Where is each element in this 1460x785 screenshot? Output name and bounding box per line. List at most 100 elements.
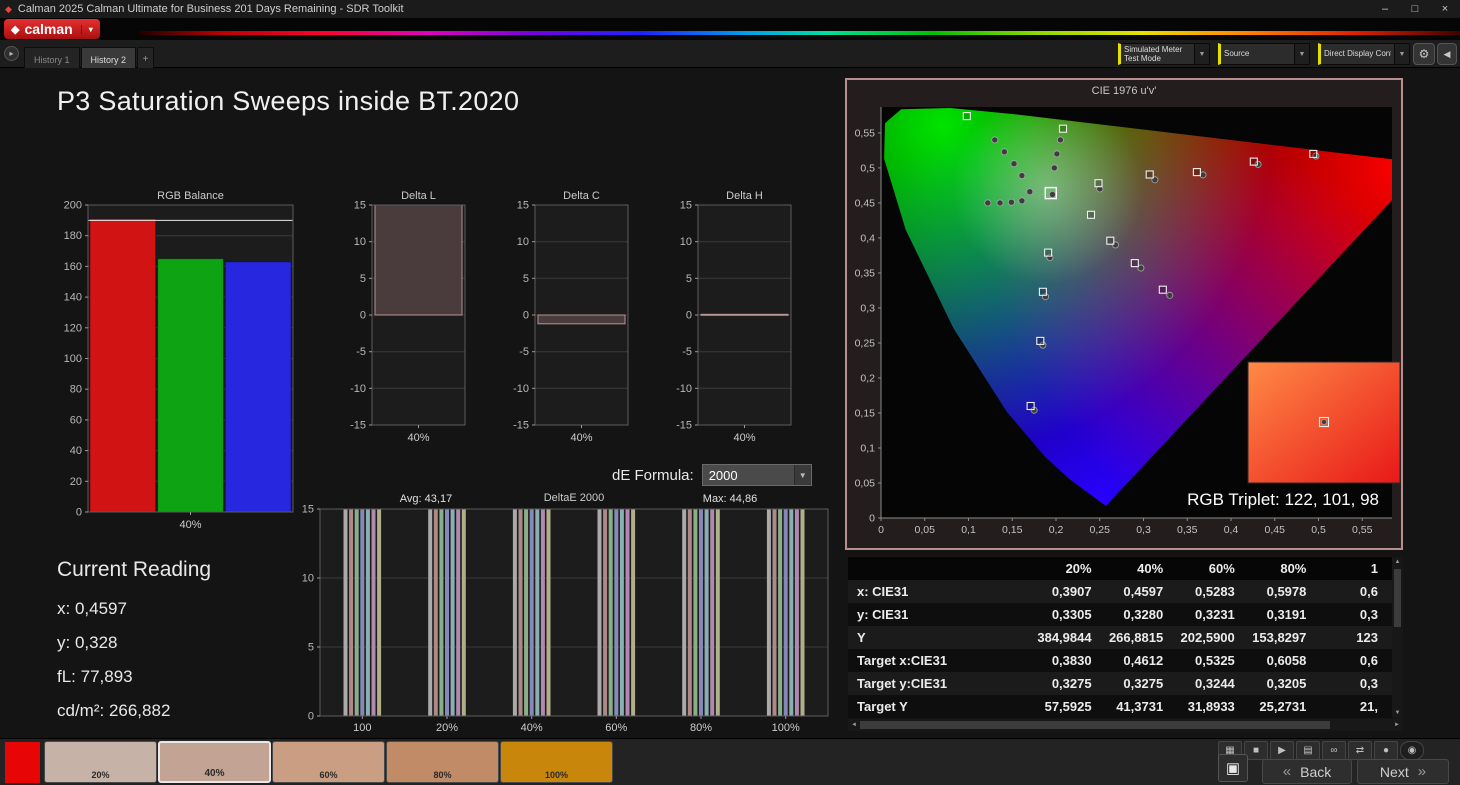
svg-text:-15: -15: [676, 420, 692, 432]
saturation-swatch-100[interactable]: 100%: [500, 741, 613, 783]
back-chevron-icon: «: [1283, 763, 1291, 780]
svg-text:0,2: 0,2: [1049, 524, 1064, 536]
chart-svg: DeltaE 2000Avg: 43,17Max: 44,86051015100…: [288, 490, 833, 736]
svg-text:0: 0: [869, 513, 875, 525]
svg-text:80: 80: [70, 384, 82, 396]
svg-text:200: 200: [64, 200, 82, 212]
svg-text:Max: 44,86: Max: 44,86: [703, 493, 757, 505]
de-formula-dropdown[interactable]: 2000 ▼: [702, 464, 812, 486]
rgb-triplet-label: RGB Triplet: 122, 101, 98: [1187, 490, 1379, 510]
simulated-meter-dropdown[interactable]: Simulated MeterTest Mode▼: [1118, 43, 1210, 65]
table-value-cell: 153,8297: [1249, 630, 1321, 645]
svg-text:10: 10: [354, 236, 366, 248]
add-tab-button[interactable]: +: [137, 47, 154, 68]
table-header-cell: 60%: [1177, 561, 1249, 576]
scroll-left-icon[interactable]: ◄: [848, 722, 860, 728]
title-bar: ◆ Calman 2025 Calman Ultimate for Busine…: [0, 0, 1460, 18]
minimize-button[interactable]: –: [1370, 0, 1400, 18]
close-button[interactable]: ×: [1430, 0, 1460, 18]
caret-down-icon[interactable]: ▼: [1294, 44, 1309, 64]
back-button[interactable]: « Back: [1262, 759, 1352, 784]
calman-logo[interactable]: ◆ calman ▾: [4, 19, 100, 39]
table-value-cell: 0,3244: [1177, 676, 1249, 691]
caret-down-icon[interactable]: ▼: [794, 465, 811, 485]
scroll-thumb[interactable]: [1394, 569, 1401, 627]
caret-down-icon[interactable]: ▼: [1194, 44, 1209, 64]
table-value-cell: 0,3907: [1034, 584, 1106, 599]
bottom-toolbar: ▦■▶▤∞⇄●◉: [1218, 741, 1424, 760]
table-value-cell: 21,: [1320, 699, 1392, 714]
table-value-cell: 266,8815: [1106, 630, 1178, 645]
record-icon[interactable]: ●: [1374, 741, 1398, 760]
delta-c-chart: Delta C-15-10-505101540%: [501, 188, 633, 455]
play-icon[interactable]: ▶: [1270, 741, 1294, 760]
table-horizontal-scrollbar[interactable]: ◄ ►: [848, 719, 1403, 731]
back-label: Back: [1300, 764, 1331, 780]
continuous-measure-icon[interactable]: ∞: [1322, 741, 1346, 760]
table-value-cell: 0,6: [1320, 584, 1392, 599]
table-value-cell: 0,5978: [1249, 584, 1321, 599]
caret-down-icon[interactable]: ▼: [1394, 44, 1409, 64]
table-vertical-scrollbar[interactable]: ▲ ▼: [1392, 557, 1403, 718]
svg-text:100%: 100%: [772, 722, 800, 734]
saturation-swatch-60[interactable]: 60%: [272, 741, 385, 783]
table-value-cell: 0,3191: [1249, 607, 1321, 622]
logo-menu-caret-icon[interactable]: ▾: [81, 25, 93, 34]
svg-text:0,45: 0,45: [855, 197, 876, 209]
cie-diagram: 00,050,10,150,20,250,30,350,40,450,50,55…: [847, 80, 1401, 553]
table-value-cell: 41,3731: [1106, 699, 1178, 714]
svg-text:-5: -5: [356, 346, 366, 358]
table-value-cell: 0,3: [1320, 676, 1392, 691]
save-icon[interactable]: ▤: [1296, 741, 1320, 760]
maximize-button[interactable]: □: [1400, 0, 1430, 18]
svg-text:0,1: 0,1: [961, 524, 976, 536]
next-button[interactable]: Next »: [1357, 759, 1449, 784]
sync-icon[interactable]: ⇄: [1348, 741, 1372, 760]
svg-text:120: 120: [64, 322, 82, 334]
table-value-cell: 0,5283: [1177, 584, 1249, 599]
collapse-panel-icon[interactable]: ◀: [1437, 43, 1457, 65]
table-value-cell: 0,6058: [1249, 653, 1321, 668]
chart-svg: Delta C-15-10-505101540%: [501, 188, 633, 450]
scroll-right-icon[interactable]: ►: [1391, 722, 1403, 728]
de-formula-value: 2000: [703, 468, 794, 483]
calman-logo-icon: ◆: [11, 23, 19, 36]
meter-status-icon[interactable]: ◉: [1400, 741, 1424, 760]
tab-history-1[interactable]: History 1: [24, 47, 80, 68]
svg-text:40: 40: [70, 445, 82, 457]
source-dropdown[interactable]: Source▼: [1218, 43, 1310, 65]
scroll-thumb[interactable]: [860, 721, 1330, 729]
svg-text:0,55: 0,55: [1352, 524, 1373, 536]
scroll-up-icon[interactable]: ▲: [1395, 557, 1401, 567]
svg-text:0,1: 0,1: [860, 442, 875, 454]
app-window: ◆ Calman 2025 Calman Ultimate for Busine…: [0, 0, 1460, 785]
saturation-swatch-40[interactable]: 40%: [158, 741, 271, 783]
svg-text:15: 15: [354, 200, 366, 212]
svg-text:Delta H: Delta H: [726, 190, 763, 202]
svg-text:0,4: 0,4: [860, 232, 875, 244]
table-header-cell: 1: [1320, 561, 1392, 576]
saturation-swatch-80[interactable]: 80%: [386, 741, 499, 783]
svg-text:0,25: 0,25: [1090, 524, 1111, 536]
svg-text:15: 15: [302, 504, 314, 516]
svg-text:0: 0: [308, 711, 314, 723]
brand-bar: ◆ calman ▾: [0, 18, 1460, 40]
chart-svg: Delta L-15-10-505101540%: [338, 188, 470, 450]
table-value-cell: 0,3830: [1034, 653, 1106, 668]
svg-text:10: 10: [680, 236, 692, 248]
tab-scroll-button[interactable]: ▸: [4, 46, 19, 61]
scroll-down-icon[interactable]: ▼: [1395, 708, 1401, 718]
patch-window-button[interactable]: ▣: [1218, 754, 1248, 782]
table-header-cell: 40%: [1106, 561, 1178, 576]
svg-text:0,35: 0,35: [855, 267, 876, 279]
meter-controls: Simulated MeterTest Mode▼ Source▼ Direct D…: [1118, 43, 1410, 65]
direct-display-control-dropdown[interactable]: Direct Display Control▼: [1318, 43, 1410, 65]
tab-history-2[interactable]: History 2: [81, 47, 137, 68]
saturation-swatch-20[interactable]: 20%: [44, 741, 157, 783]
svg-text:40%: 40%: [733, 432, 755, 444]
gear-icon[interactable]: ⚙: [1413, 43, 1435, 65]
table-row: Target y:CIE310,32750,32750,32440,32050,…: [848, 672, 1392, 695]
table-row-label: Target x:CIE31: [848, 653, 1034, 668]
table-value-cell: 0,3231: [1177, 607, 1249, 622]
reading-line: fL: 77,893: [57, 660, 211, 694]
